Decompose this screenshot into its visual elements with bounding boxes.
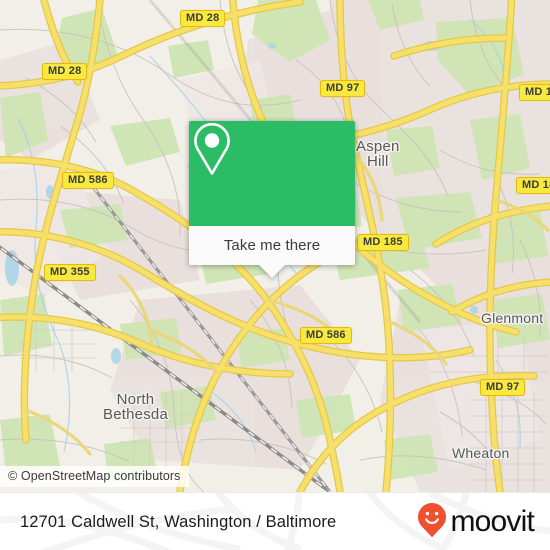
osm-attribution[interactable]: © OpenStreetMap contributors	[0, 466, 189, 487]
map-screenshot: Aspen Hill Glenmont Wheaton North Bethes…	[0, 0, 550, 550]
map-canvas[interactable]: Aspen Hill Glenmont Wheaton North Bethes…	[0, 0, 550, 492]
road-shield-md-586-south: MD 586	[300, 327, 352, 344]
take-me-there-button[interactable]: Take me there	[189, 226, 355, 265]
bottom-bar: 12701 Caldwell St, Washington / Baltimor…	[0, 492, 550, 550]
moovit-smiley-pin-icon	[417, 502, 447, 543]
road-shield-md-586-west: MD 586	[62, 172, 114, 189]
popup-icon-area	[189, 121, 355, 226]
popup-tail	[259, 265, 285, 278]
road-shield-md-182-right: MD 1	[519, 84, 550, 101]
road-shield-md-97-north: MD 97	[320, 80, 366, 97]
moovit-logo[interactable]: moovit	[417, 493, 535, 550]
road-shield-md-97-south: MD 97	[480, 379, 526, 396]
road-shield-md-28-west: MD 28	[42, 63, 88, 80]
moovit-wordmark: moovit	[450, 505, 534, 538]
address-label: 12701 Caldwell St, Washington / Baltimor…	[20, 512, 337, 531]
location-popup[interactable]: Take me there	[189, 121, 355, 278]
road-shield-md-28-north: MD 28	[180, 10, 226, 27]
road-shield-md-185-right: MD 18	[516, 177, 550, 194]
road-shield-md-185: MD 185	[357, 234, 409, 251]
road-shield-md-355: MD 355	[44, 264, 96, 281]
